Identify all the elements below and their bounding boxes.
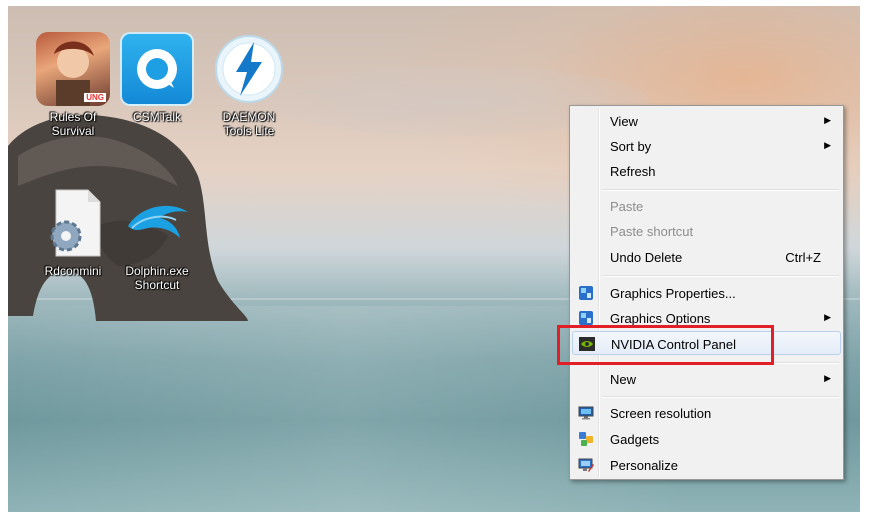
submenu-arrow-icon: ▶ <box>824 373 831 383</box>
intel-graphics-icon <box>579 286 593 300</box>
menu-separator <box>602 396 839 398</box>
menu-item-paste-shortcut: Paste shortcut <box>572 219 841 243</box>
menu-item-graphics-properties[interactable]: Graphics Properties... <box>572 281 841 305</box>
menu-item-personalize[interactable]: Personalize <box>572 453 841 477</box>
menu-item-label: View <box>610 114 638 129</box>
menu-item-refresh[interactable]: Refresh <box>572 159 841 183</box>
annotation-highlight-box <box>557 325 774 365</box>
icon-label: Dolphin.exe Shortcut <box>125 264 189 292</box>
submenu-arrow-icon: ▶ <box>824 115 831 125</box>
menu-item-new[interactable]: New ▶ <box>572 367 841 391</box>
monitor-icon <box>578 406 594 420</box>
chat-icon <box>120 32 194 106</box>
menu-item-label: Undo Delete <box>610 250 683 265</box>
desktop-context-menu: View ▶ Sort by ▶ Refresh Paste Paste sho… <box>569 105 844 480</box>
menu-item-label: Personalize <box>610 458 678 473</box>
menu-item-view[interactable]: View ▶ <box>572 109 841 133</box>
menu-item-sort-by[interactable]: Sort by ▶ <box>572 134 841 158</box>
game-icon: UNG <box>36 32 110 106</box>
icon-label: DAEMON Tools Lite <box>222 110 276 138</box>
menu-item-gadgets[interactable]: Gadgets <box>572 427 841 451</box>
menu-item-label: Graphics Properties... <box>610 286 736 301</box>
menu-item-label: Paste <box>610 199 644 214</box>
submenu-arrow-icon: ▶ <box>824 140 831 150</box>
personalize-icon <box>578 458 594 472</box>
menu-separator <box>602 275 839 277</box>
ung-badge: UNG <box>84 93 106 102</box>
intel-graphics-icon <box>579 311 593 325</box>
menu-separator <box>602 189 839 191</box>
menu-item-label: New <box>610 372 637 387</box>
menu-item-paste: Paste <box>572 194 841 218</box>
icon-label: Rules Of Survival <box>49 110 97 138</box>
desktop-icon-daemon-tools[interactable]: DAEMON Tools Lite <box>206 32 292 138</box>
icon-label: Rdconmini <box>44 264 102 278</box>
icon-label: CSMTalk <box>132 110 181 124</box>
desktop-icon-rdconmini[interactable]: Rdconmini <box>30 186 116 278</box>
desktop-icon-csmtalk[interactable]: CSMTalk <box>114 32 200 124</box>
menu-item-shortcut: Ctrl+Z <box>785 250 821 265</box>
menu-item-screen-resolution[interactable]: Screen resolution <box>572 401 841 425</box>
menu-item-undo-delete[interactable]: Undo Delete Ctrl+Z <box>572 245 841 269</box>
menu-item-label: Screen resolution <box>610 406 712 421</box>
submenu-arrow-icon: ▶ <box>824 312 831 322</box>
gadgets-icon <box>579 432 593 446</box>
desktop-icon-rules-of-survival[interactable]: UNG Rules Of Survival <box>30 32 116 138</box>
gear-file-icon <box>36 186 110 260</box>
menu-item-label: Sort by <box>610 139 652 154</box>
desktop-icon-dolphin-shortcut[interactable]: Dolphin.exe Shortcut <box>114 186 200 292</box>
menu-item-label: Paste shortcut <box>610 224 694 239</box>
menu-item-label: Gadgets <box>610 432 660 447</box>
menu-item-label: Refresh <box>610 164 656 179</box>
lightning-icon <box>212 32 286 106</box>
menu-item-label: Graphics Options <box>610 311 711 326</box>
dolphin-icon <box>120 186 194 260</box>
